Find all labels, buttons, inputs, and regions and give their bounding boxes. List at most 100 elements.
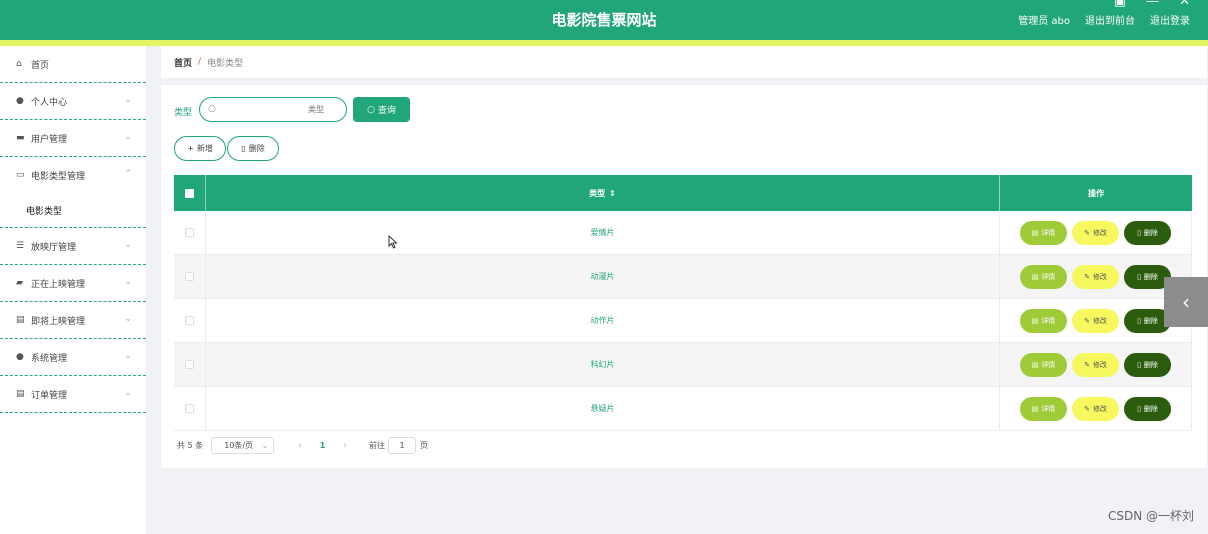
row-checkbox-cell [174, 387, 206, 430]
detail-button[interactable]: ▤ 详情 [1020, 308, 1067, 333]
delete-button[interactable]: ▯ 删除 [1124, 396, 1171, 421]
restore-icon[interactable]: ▣ [1114, 0, 1126, 9]
table-row: 悬疑片 ▤ 详情 ✎ 修改 ▯ 删除 [174, 387, 1192, 431]
sidebar-item-label: 订单管理 [31, 390, 68, 401]
mouse-cursor-icon [388, 235, 398, 249]
sidebar-item-label: 电影类型 [26, 207, 63, 217]
detail-button[interactable]: ▤ 详情 [1020, 352, 1067, 377]
edit-icon: ✎ [1084, 360, 1090, 369]
edit-button[interactable]: ✎ 修改 [1072, 396, 1119, 421]
sidebar-item-movie-type-mgmt[interactable]: ▭ 电影类型管理 ⌃ [0, 157, 146, 194]
breadcrumb-separator: / [198, 57, 202, 67]
sidebar-item-orders[interactable]: ▤ 订单管理 ⌄ [0, 376, 146, 413]
table-row: 科幻片 ▤ 详情 ✎ 修改 ▯ 删除 [174, 343, 1192, 387]
goto-page-value: 1 [399, 441, 405, 450]
row-checkbox[interactable] [185, 404, 194, 413]
row-checkbox[interactable] [185, 316, 194, 325]
edit-icon: ✎ [1084, 272, 1090, 281]
header-checkbox-cell [174, 175, 206, 211]
sidebar: ⌂ 首页 ● 个人中心 ⌄ ▬ 用户管理 ⌄ ▭ 电影类型管理 ⌃ 电影类型 ☰… [0, 46, 146, 534]
edit-button[interactable]: ✎ 修改 [1072, 264, 1119, 289]
delete-label: 删除 [1143, 360, 1158, 369]
row-checkbox[interactable] [185, 272, 194, 281]
user-icon: ● [16, 95, 24, 106]
back-to-frontend-link[interactable]: 退出到前台 [1085, 12, 1135, 27]
ops-cell: ▤ 详情 ✎ 修改 ▯ 删除 [1000, 211, 1192, 254]
edit-button[interactable]: ✎ 修改 [1072, 308, 1119, 333]
header-type[interactable]: 类型 ⇕ [206, 175, 1000, 211]
header-type-label: 类型 [589, 188, 606, 198]
chevron-down-icon: ⌄ [124, 314, 132, 324]
edit-icon: ✎ [1084, 316, 1090, 325]
edit-button[interactable]: ✎ 修改 [1072, 220, 1119, 245]
chevron-down-icon: ⌄ [124, 240, 132, 250]
prev-page-icon[interactable]: ‹ [298, 441, 302, 451]
trash-icon: ▯ [1137, 228, 1141, 237]
sidebar-item-profile[interactable]: ● 个人中心 ⌄ [0, 83, 146, 120]
chevron-up-icon: ⌃ [124, 169, 132, 179]
pagination-total: 共 5 条 [177, 441, 204, 450]
trash-icon: ▯ [1137, 272, 1141, 281]
row-checkbox-cell [174, 343, 206, 386]
delete-button[interactable]: ▯ 删除 [1124, 220, 1171, 245]
chevron-down-icon: ⌄ [124, 277, 132, 287]
monitor-icon: ▭ [16, 170, 25, 180]
edit-label: 修改 [1092, 404, 1107, 413]
row-checkbox[interactable] [185, 228, 194, 237]
search-input[interactable] [222, 101, 332, 118]
type-cell: 爱情片 [206, 211, 1000, 254]
chevron-left-icon: ‹ [1182, 290, 1190, 314]
sidebar-item-now-showing[interactable]: ▰ 正在上映管理 ⌄ [0, 265, 146, 302]
printer-icon: ▰ [16, 277, 23, 288]
home-icon: ⌂ [16, 58, 22, 69]
detail-icon: ▤ [1031, 272, 1039, 281]
window-controls: ▣ — ✕ [1114, 0, 1190, 9]
edit-icon: ✎ [1084, 404, 1090, 413]
chevron-down-icon: ⌄ [124, 351, 132, 361]
edit-label: 修改 [1092, 272, 1107, 281]
detail-button[interactable]: ▤ 详情 [1020, 264, 1067, 289]
logout-link[interactable]: 退出登录 [1150, 12, 1190, 27]
sidebar-item-label: 正在上映管理 [31, 279, 86, 290]
sidebar-item-label: 系统管理 [31, 353, 68, 364]
side-panel-toggle[interactable]: ‹ [1164, 277, 1208, 327]
batch-delete-button[interactable]: ▯ 删除 [227, 136, 279, 161]
minimize-icon[interactable]: — [1146, 0, 1159, 9]
detail-button[interactable]: ▤ 详情 [1020, 396, 1067, 421]
sidebar-item-label: 电影类型管理 [31, 172, 86, 182]
edit-button[interactable]: ✎ 修改 [1072, 352, 1119, 377]
sort-icon[interactable]: ⇕ [609, 189, 616, 198]
sidebar-item-label: 首页 [31, 60, 50, 71]
detail-icon: ▤ [1031, 404, 1039, 413]
goto-page-input[interactable]: 1 [387, 437, 416, 454]
sidebar-item-system[interactable]: ● 系统管理 ⌄ [0, 339, 146, 376]
detail-icon: ▤ [1031, 316, 1039, 325]
chevron-down-icon: ⌄ [261, 441, 269, 450]
page-suffix: 页 [419, 441, 428, 450]
delete-button[interactable]: ▯ 删除 [1124, 352, 1171, 377]
row-checkbox[interactable] [185, 360, 194, 369]
detail-label: 详情 [1041, 228, 1056, 237]
page-size-select[interactable]: 10条/页 ⌄ [211, 437, 275, 454]
select-all-checkbox[interactable] [185, 188, 194, 198]
close-icon[interactable]: ✕ [1179, 0, 1190, 9]
sliders-icon: ☰ [16, 240, 25, 251]
delete-label: 删除 [1143, 404, 1158, 413]
search-label: 类型 [174, 108, 193, 118]
chevron-down-icon: ⌄ [124, 388, 132, 398]
ops-cell: ▤ 详情 ✎ 修改 ▯ 删除 [1000, 343, 1192, 386]
sidebar-item-coming-soon[interactable]: ▤ 即将上映管理 ⌄ [0, 302, 146, 339]
current-page[interactable]: 1 [320, 441, 326, 450]
detail-button[interactable]: ▤ 详情 [1020, 220, 1067, 245]
breadcrumb: 首页 / 电影类型 [161, 46, 1207, 78]
breadcrumb-home[interactable]: 首页 [174, 56, 192, 69]
sidebar-subitem-movie-type[interactable]: 电影类型 [0, 194, 146, 228]
sidebar-item-hall-mgmt[interactable]: ☰ 放映厅管理 ⌄ [0, 228, 146, 265]
data-table: 类型 ⇕ 操作 爱情片 ▤ 详情 ✎ 修改 ▯ 删除 动漫片 ▤ 详情 ✎ 修改… [174, 175, 1192, 431]
plus-icon: + [187, 144, 194, 153]
sidebar-item-users[interactable]: ▬ 用户管理 ⌄ [0, 120, 146, 157]
next-page-icon[interactable]: › [343, 441, 347, 451]
sidebar-item-home[interactable]: ⌂ 首页 [0, 46, 146, 83]
add-button[interactable]: + 新增 [174, 136, 226, 161]
search-button[interactable]: ○ 查询 [353, 97, 410, 122]
